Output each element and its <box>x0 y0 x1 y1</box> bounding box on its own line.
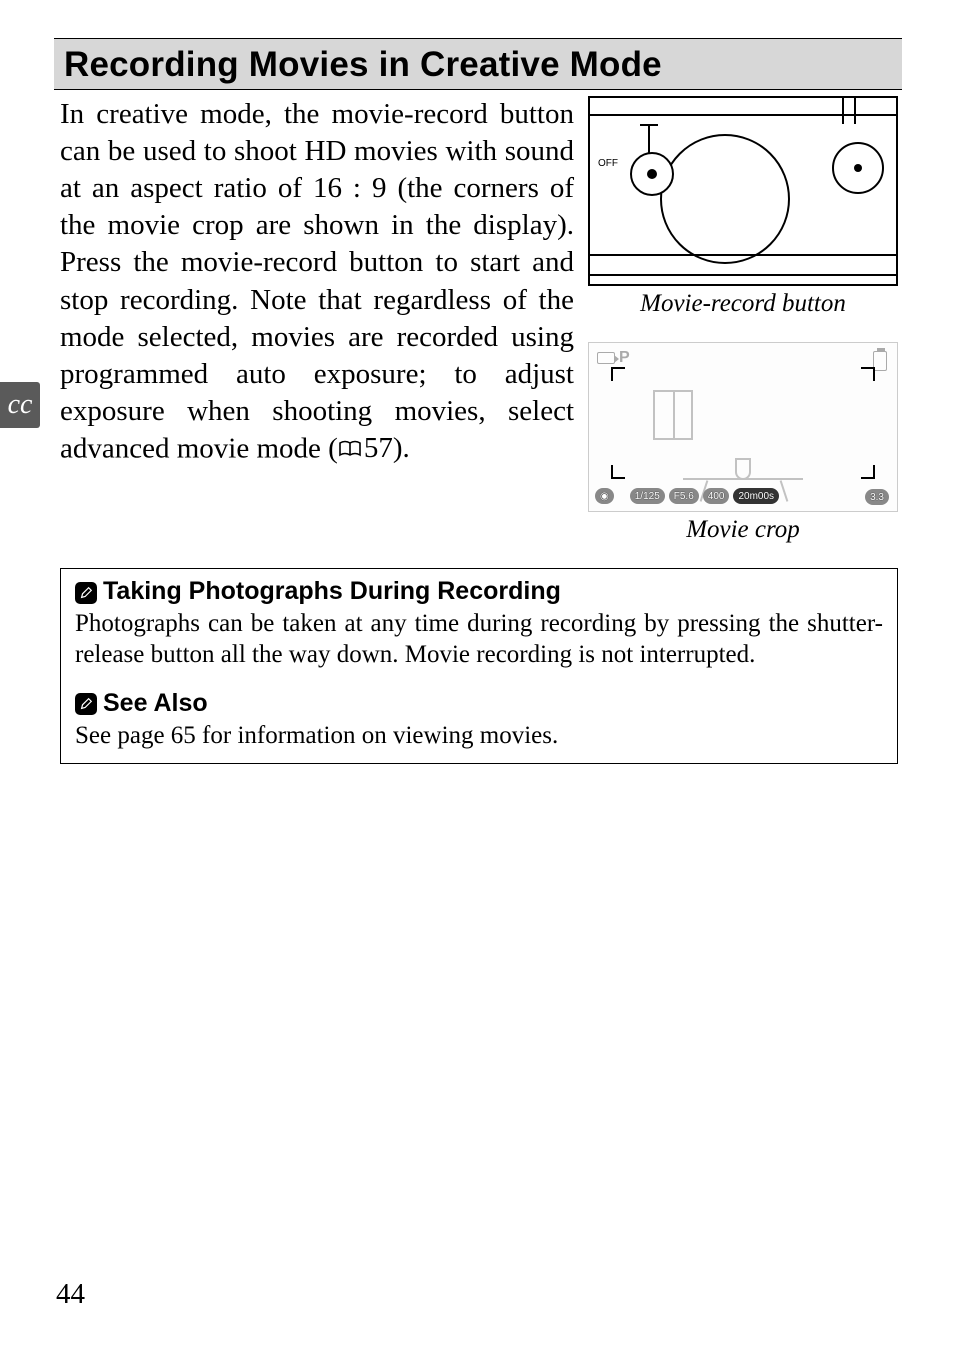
screen-right-readout: 3.3 <box>865 489 889 505</box>
shutter-value: 1/125 <box>630 488 665 504</box>
storage-value: 3.3 <box>865 489 889 505</box>
page-number: 44 <box>56 1278 85 1311</box>
figure2-caption: Movie crop <box>686 516 800 544</box>
recording-time: 20m00s <box>733 488 779 504</box>
record-button-icon <box>630 152 674 196</box>
tip-box: Taking Photographs During Recording Phot… <box>60 568 898 764</box>
video-mode-icon <box>597 352 615 364</box>
page-reference-number: 57). <box>364 430 410 467</box>
camera-illustration: OFF <box>588 96 898 286</box>
body-text-main: In creative mode, the movie-record butto… <box>60 98 574 465</box>
tip2-heading: See Also <box>75 689 883 718</box>
mode-indicator: P <box>619 349 630 367</box>
tip1-heading: Taking Photographs During Recording <box>75 577 883 606</box>
tip2-text: See page 65 for information on viewing m… <box>75 720 883 751</box>
section-side-tab: cc <box>0 382 40 428</box>
section-title: Recording Movies in Creative Mode <box>54 38 902 90</box>
battery-icon <box>873 351 887 371</box>
screen-bottom-bar: ◉ 1/125 F5.6 400 20m00s <box>595 487 891 505</box>
lcd-screen-illustration: P ◉ 1/125 F5.6 400 20m00s <box>588 342 898 512</box>
body-paragraph: In creative mode, the movie-record butto… <box>60 96 574 544</box>
note-icon <box>75 582 97 604</box>
note-icon <box>75 693 97 715</box>
tip1-title: Taking Photographs During Recording <box>103 577 561 606</box>
content-row: In creative mode, the movie-record butto… <box>60 96 898 544</box>
page-reference: 57). <box>338 430 410 467</box>
aperture-value: F5.6 <box>669 488 699 504</box>
iso-value: 400 <box>703 488 730 504</box>
scene-decoration <box>643 400 843 480</box>
tip1-text: Photographs can be taken at any time dur… <box>75 608 883 671</box>
tip2-title: See Also <box>103 689 208 718</box>
figure1-caption: Movie-record button <box>640 290 846 318</box>
figures-column: OFF Movie-record button P ◉ 1/125 <box>588 96 898 544</box>
book-icon <box>338 440 362 458</box>
exposure-meter-icon: ◉ <box>595 488 614 504</box>
off-label: OFF <box>598 158 618 169</box>
screen-top-indicators: P <box>597 349 630 367</box>
manual-page: cc Recording Movies in Creative Mode In … <box>0 0 954 1345</box>
